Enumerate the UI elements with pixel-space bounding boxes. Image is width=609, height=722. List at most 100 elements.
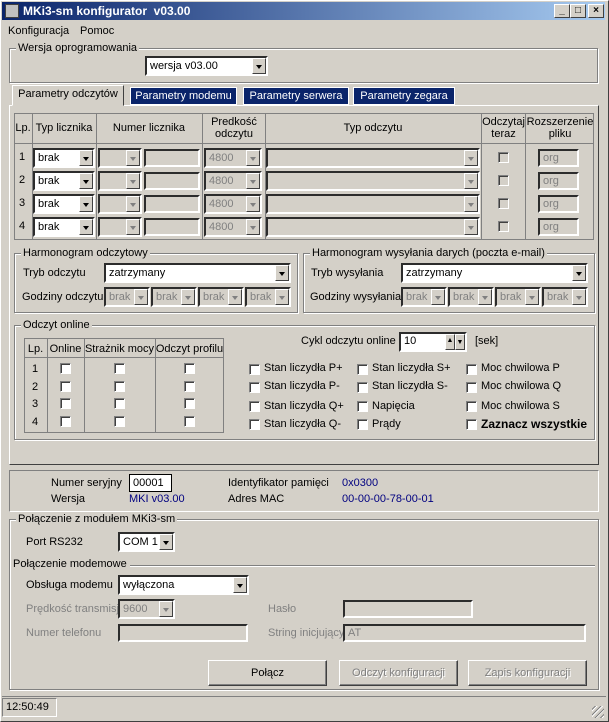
- godzina-wysylania-1[interactable]: brak: [401, 287, 447, 307]
- chevron-down-icon[interactable]: [572, 265, 586, 281]
- moc-s-checkbox[interactable]: [466, 401, 477, 412]
- chevron-down-icon[interactable]: [159, 601, 173, 617]
- numer-licznika-input[interactable]: [144, 149, 200, 167]
- chevron-down-icon[interactable]: [572, 289, 586, 305]
- typ-odczytu-select[interactable]: [266, 171, 480, 191]
- tab-parametry-serwera[interactable]: Parametry serwera: [243, 87, 349, 105]
- chevron-down-icon[interactable]: [478, 289, 492, 305]
- online-checkbox[interactable]: [60, 381, 71, 392]
- chevron-down-icon[interactable]: [246, 150, 260, 166]
- chevron-down-icon[interactable]: [126, 196, 140, 212]
- chevron-down-icon[interactable]: [246, 173, 260, 189]
- straznik-checkbox[interactable]: [114, 381, 125, 392]
- telefon-input[interactable]: [118, 624, 248, 642]
- godzina-wysylania-2[interactable]: brak: [448, 287, 494, 307]
- online-checkbox[interactable]: [60, 363, 71, 374]
- predkosc-select[interactable]: 4800: [204, 148, 262, 168]
- chevron-down-icon[interactable]: [275, 289, 289, 305]
- stan-s-plus-checkbox[interactable]: [357, 364, 368, 375]
- typ-licznika-select[interactable]: brak: [33, 217, 95, 237]
- chevron-down-icon[interactable]: [134, 289, 148, 305]
- spin-up-icon[interactable]: ▲: [445, 334, 455, 350]
- godzina-odczytu-3[interactable]: brak: [198, 287, 244, 307]
- zapis-konfiguracji-button[interactable]: Zapis konfiguracji: [468, 660, 587, 686]
- typ-licznika-select[interactable]: brak: [33, 194, 95, 214]
- tryb-wysylania-select[interactable]: zatrzymany: [401, 263, 588, 283]
- menu-konfiguracja[interactable]: Konfiguracja: [8, 22, 69, 40]
- rozszerzenie-input[interactable]: org: [538, 149, 579, 167]
- resize-grip-icon[interactable]: [592, 706, 604, 718]
- profil-checkbox[interactable]: [184, 416, 195, 427]
- chevron-down-icon[interactable]: [181, 289, 195, 305]
- chevron-down-icon[interactable]: [464, 150, 478, 166]
- numer-licznika-input[interactable]: [144, 172, 200, 190]
- tryb-odczytu-select[interactable]: zatrzymany: [104, 263, 291, 283]
- menu-pomoc[interactable]: Pomoc: [80, 22, 114, 40]
- chevron-down-icon[interactable]: [159, 534, 173, 550]
- chevron-down-icon[interactable]: [246, 196, 260, 212]
- numer-prefix-select[interactable]: [98, 148, 142, 168]
- chevron-down-icon[interactable]: [79, 150, 93, 166]
- tab-parametry-zegara[interactable]: Parametry zegara: [353, 87, 455, 105]
- typ-odczytu-select[interactable]: [266, 217, 480, 237]
- chevron-down-icon[interactable]: [228, 289, 242, 305]
- typ-odczytu-select[interactable]: [266, 148, 480, 168]
- zaznacz-wszystkie-checkbox[interactable]: [466, 419, 477, 430]
- online-checkbox[interactable]: [60, 398, 71, 409]
- napiecia-checkbox[interactable]: [357, 401, 368, 412]
- godzina-odczytu-2[interactable]: brak: [151, 287, 197, 307]
- stan-q-plus-checkbox[interactable]: [249, 401, 260, 412]
- cykl-spinner[interactable]: 10 ▲ ▼: [399, 332, 467, 352]
- moc-q-checkbox[interactable]: [466, 382, 477, 393]
- straznik-checkbox[interactable]: [114, 416, 125, 427]
- profil-checkbox[interactable]: [184, 363, 195, 374]
- chevron-down-icon[interactable]: [79, 173, 93, 189]
- close-button[interactable]: ×: [588, 4, 604, 18]
- odczytaj-teraz-checkbox[interactable]: [498, 152, 509, 163]
- moc-p-checkbox[interactable]: [466, 364, 477, 375]
- chevron-down-icon[interactable]: [79, 196, 93, 212]
- chevron-down-icon[interactable]: [126, 173, 140, 189]
- chevron-down-icon[interactable]: [126, 219, 140, 235]
- odczytaj-teraz-checkbox[interactable]: [498, 198, 509, 209]
- chevron-down-icon[interactable]: [79, 219, 93, 235]
- godzina-odczytu-4[interactable]: brak: [245, 287, 291, 307]
- prady-checkbox[interactable]: [357, 419, 368, 430]
- numer-prefix-select[interactable]: [98, 217, 142, 237]
- godzina-wysylania-4[interactable]: brak: [542, 287, 588, 307]
- string-input[interactable]: AT: [343, 624, 586, 642]
- numer-licznika-input[interactable]: [144, 218, 200, 236]
- numer-prefix-select[interactable]: [98, 171, 142, 191]
- godzina-odczytu-1[interactable]: brak: [104, 287, 150, 307]
- chevron-down-icon[interactable]: [233, 577, 247, 593]
- typ-odczytu-select[interactable]: [266, 194, 480, 214]
- rozszerzenie-input[interactable]: org: [538, 195, 579, 213]
- tab-parametry-modemu[interactable]: Parametry modemu: [130, 87, 237, 105]
- chevron-down-icon[interactable]: [525, 289, 539, 305]
- tab-parametry-odczytow[interactable]: Parametry odczytów: [12, 85, 124, 106]
- chevron-down-icon[interactable]: [252, 58, 266, 74]
- spin-down-icon[interactable]: ▼: [455, 334, 465, 350]
- odczytaj-teraz-checkbox[interactable]: [498, 175, 509, 186]
- godzina-wysylania-3[interactable]: brak: [495, 287, 541, 307]
- polacz-button[interactable]: Połącz: [208, 660, 327, 686]
- predkosc-select[interactable]: 4800: [204, 194, 262, 214]
- chevron-down-icon[interactable]: [126, 150, 140, 166]
- typ-licznika-select[interactable]: brak: [33, 171, 95, 191]
- numer-licznika-input[interactable]: [144, 195, 200, 213]
- version-select[interactable]: wersja v03.00: [145, 56, 268, 76]
- odczytaj-teraz-checkbox[interactable]: [498, 221, 509, 232]
- stan-q-minus-checkbox[interactable]: [249, 419, 260, 430]
- predkosc-select[interactable]: 4800: [204, 171, 262, 191]
- chevron-down-icon[interactable]: [464, 173, 478, 189]
- port-select[interactable]: COM 1: [118, 532, 175, 552]
- straznik-checkbox[interactable]: [114, 363, 125, 374]
- typ-licznika-select[interactable]: brak: [33, 148, 95, 168]
- numer-prefix-select[interactable]: [98, 194, 142, 214]
- chevron-down-icon[interactable]: [464, 219, 478, 235]
- straznik-checkbox[interactable]: [114, 398, 125, 409]
- rozszerzenie-input[interactable]: org: [538, 218, 579, 236]
- haslo-input[interactable]: [343, 600, 473, 618]
- chevron-down-icon[interactable]: [246, 219, 260, 235]
- chevron-down-icon[interactable]: [464, 196, 478, 212]
